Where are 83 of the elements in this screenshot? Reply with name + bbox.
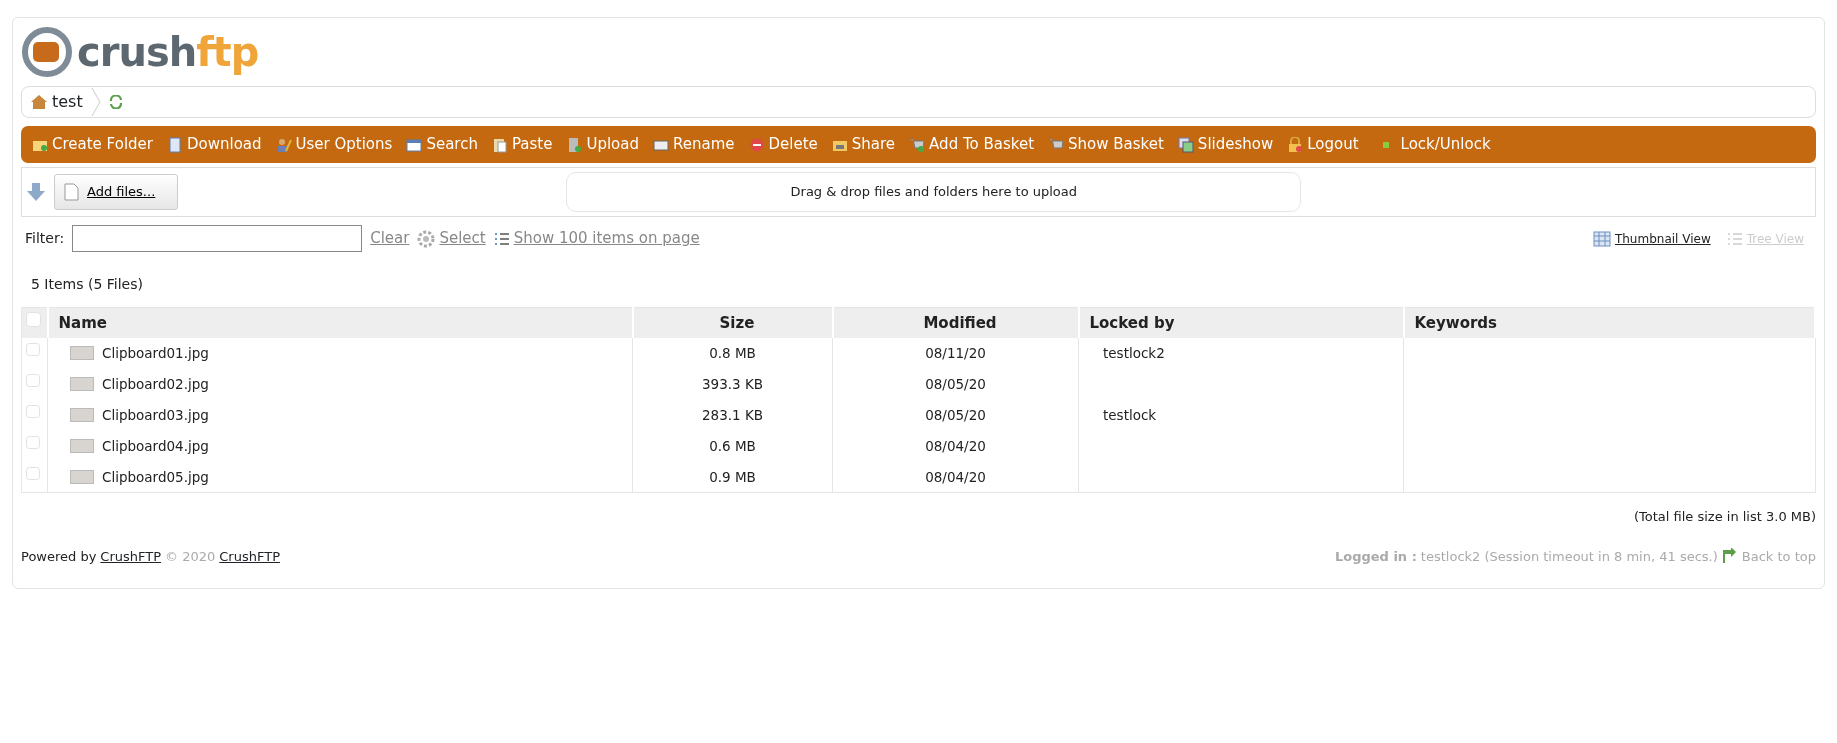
- filter-field[interactable]: [72, 225, 363, 252]
- modified-date: 08/05/20: [925, 406, 986, 423]
- thumbnail-placeholder: [70, 346, 94, 360]
- user-pencil-icon: [275, 136, 292, 153]
- minus-circle-icon: [748, 136, 765, 153]
- toolbar-button[interactable]: Delete: [741, 133, 825, 156]
- cart-icon: [909, 136, 926, 153]
- toolbar-button[interactable]: Logout: [1280, 133, 1366, 156]
- session-info: testlock2 (Session timeout in 8 min, 41 secs.): [1420, 547, 1718, 566]
- stacked-pages-icon: [1177, 136, 1194, 153]
- thumbnail-placeholder: [70, 469, 94, 484]
- toolbar-button[interactable]: Show Basket: [1041, 133, 1171, 156]
- locked-by: testlock: [1103, 406, 1157, 423]
- toolbar-button[interactable]: Search: [399, 133, 485, 156]
- toolbar-button[interactable]: Create Folder: [25, 133, 160, 156]
- toolbar-button[interactable]: Share: [824, 133, 903, 156]
- breadcrumb-link[interactable]: test: [30, 90, 83, 114]
- grid-icon: [1592, 230, 1611, 247]
- column-header: Size: [719, 313, 755, 332]
- server-icon: [566, 136, 583, 153]
- select-all-checkbox[interactable]: [26, 311, 41, 327]
- toolbar-button[interactable]: User Options: [268, 133, 400, 156]
- window-icon: [406, 136, 423, 153]
- file-size: 0.8 MB: [709, 344, 756, 361]
- file-name[interactable]: Clipboard01.jpg: [102, 342, 209, 364]
- back-to-top-link[interactable]: Back to top: [1721, 546, 1816, 566]
- row-checkbox[interactable]: [26, 373, 40, 388]
- select-link[interactable]: Select: [417, 227, 486, 250]
- document-icon: [166, 136, 183, 153]
- logged-in-label: Logged in :: [1334, 547, 1417, 566]
- file-size: 283.1 KB: [701, 406, 764, 423]
- file-size: 393.3 KB: [701, 375, 764, 392]
- file-name[interactable]: Clipboard02.jpg: [102, 373, 209, 395]
- down-arrow-icon: [26, 182, 46, 202]
- toolbar-button[interactable]: Add To Basket: [902, 133, 1042, 156]
- toolbar-button[interactable]: Slideshow: [1170, 133, 1281, 156]
- list-icon: [493, 230, 510, 247]
- clipboard-icon: [491, 136, 508, 153]
- toolbar-button[interactable]: Lock/Unlock: [1365, 133, 1498, 156]
- total-size: (Total file size in list 3.0 MB): [1633, 508, 1816, 526]
- toolbar-button[interactable]: Download: [159, 133, 269, 156]
- thumbnail-placeholder: [70, 408, 94, 422]
- column-header: Locked by: [1089, 313, 1175, 332]
- locked-by: testlock2: [1103, 344, 1165, 361]
- file-size: 0.9 MB: [709, 468, 756, 485]
- toolbar-button[interactable]: Upload: [559, 133, 646, 156]
- add-files-button[interactable]: Add files...: [54, 174, 179, 210]
- toolbar-button[interactable]: Paste: [484, 133, 560, 156]
- filter-label: Filter:: [25, 229, 65, 248]
- modified-date: 08/04/20: [925, 468, 986, 485]
- row-checkbox[interactable]: [26, 435, 40, 450]
- home-icon: [30, 94, 48, 110]
- gear-icon: [417, 229, 436, 248]
- row-checkbox[interactable]: [26, 404, 40, 419]
- file-name[interactable]: Clipboard05.jpg: [102, 466, 209, 487]
- page-size-link[interactable]: Show 100 items on page: [493, 227, 700, 250]
- item-count: 5 Items (5 Files): [30, 275, 144, 294]
- clear-link[interactable]: Clear: [370, 227, 410, 250]
- refresh-icon: [108, 95, 123, 109]
- row-checkbox[interactable]: [26, 342, 40, 357]
- column-header: Keywords: [1414, 313, 1498, 332]
- footer-link[interactable]: CrushFTP: [219, 546, 280, 566]
- chevron-separator-icon: [90, 87, 101, 117]
- list-icon: [1726, 230, 1743, 247]
- padlock-icon: [1287, 136, 1304, 153]
- file-name[interactable]: Clipboard04.jpg: [102, 435, 209, 457]
- toolbar-button[interactable]: Rename: [646, 133, 742, 156]
- thumbnail-placeholder: [70, 439, 94, 453]
- column-header: Modified: [923, 313, 997, 332]
- powered-by-text: Powered by: [21, 547, 97, 566]
- drop-zone[interactable]: Drag & drop files and folders here to upload: [566, 172, 1302, 212]
- modified-date: 08/11/20: [925, 344, 986, 361]
- footer-link[interactable]: CrushFTP: [100, 546, 162, 566]
- modified-date: 08/05/20: [925, 375, 986, 392]
- thumbnail-placeholder: [70, 377, 94, 391]
- copyright-text: © 2020: [165, 547, 216, 566]
- view-link[interactable]: Thumbnail View: [1592, 229, 1711, 248]
- row-checkbox[interactable]: [26, 466, 40, 481]
- document-icon: [63, 183, 79, 201]
- column-header: Name: [58, 313, 107, 332]
- file-name[interactable]: Clipboard03.jpg: [102, 404, 209, 426]
- file-size: 0.6 MB: [709, 437, 756, 454]
- modified-date: 08/04/20: [925, 437, 986, 454]
